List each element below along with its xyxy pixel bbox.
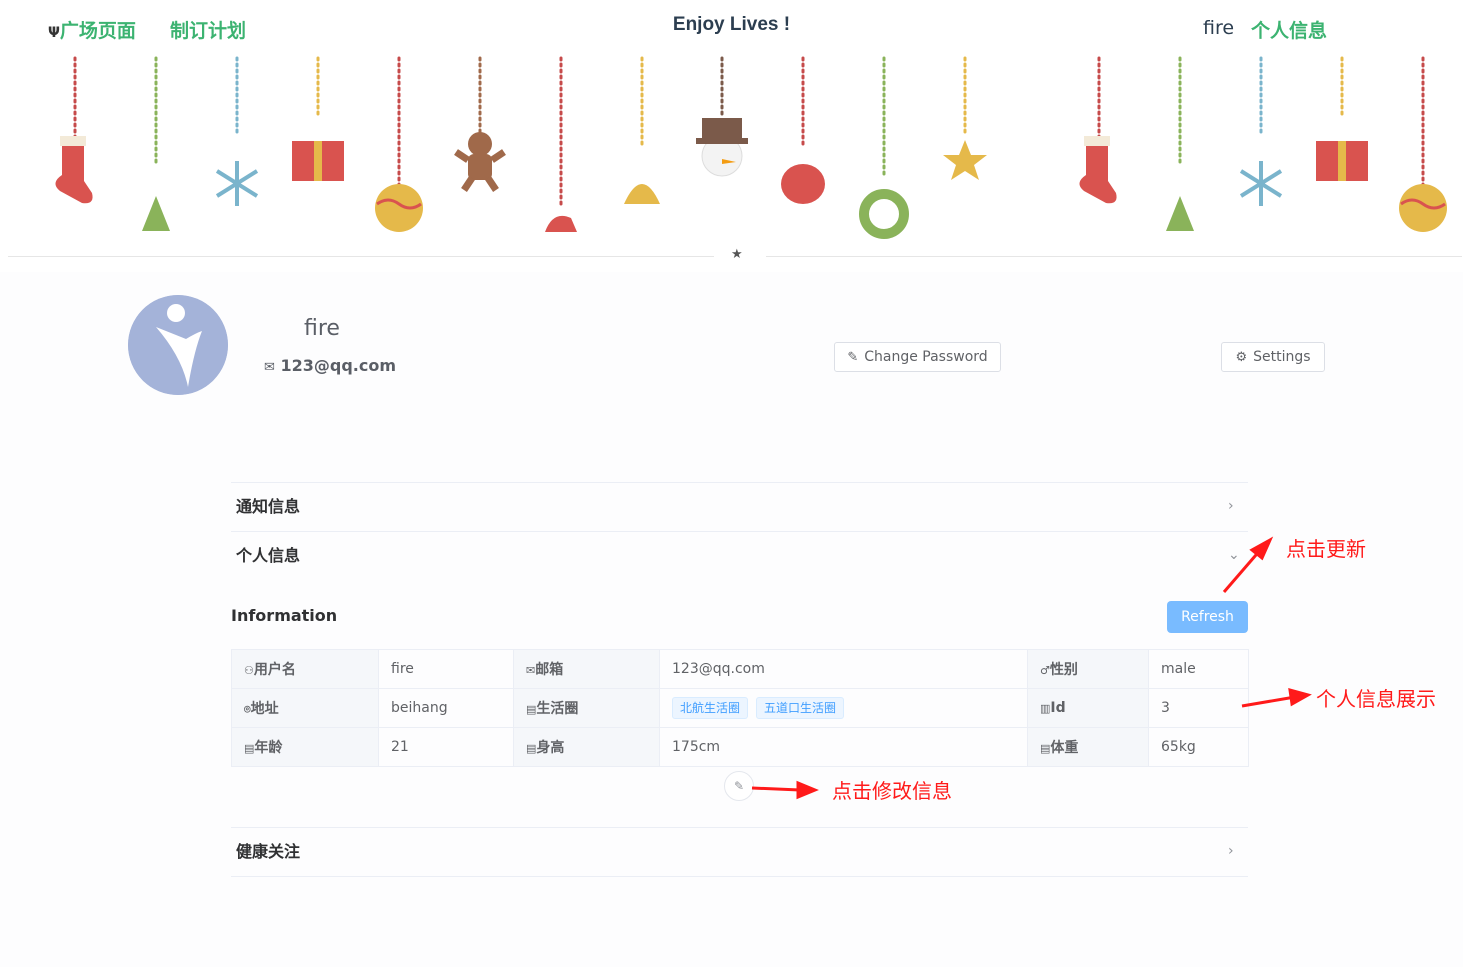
document-icon: ▤ xyxy=(244,742,255,755)
value-username: fire xyxy=(378,649,514,689)
label-address: ⌾地址 xyxy=(231,688,379,728)
information-title: Information xyxy=(231,606,338,625)
label-height: ▤身高 xyxy=(513,727,660,767)
collapse-border xyxy=(231,827,1248,828)
nav-profile[interactable]: 个人信息 xyxy=(1251,16,1327,43)
value-weight: 65kg xyxy=(1148,727,1249,767)
avatar xyxy=(128,295,228,395)
document-icon: ▤ xyxy=(526,742,537,755)
male-icon: ♂ xyxy=(1040,664,1050,677)
change-password-label: Change Password xyxy=(864,349,988,365)
label-username: ⚇用户名 xyxy=(231,649,379,689)
star-icon: ★ xyxy=(731,247,743,262)
value-address: beihang xyxy=(378,688,514,728)
divider-left xyxy=(8,256,714,257)
chevron-right-icon[interactable]: › xyxy=(1228,843,1234,859)
person-logo-icon xyxy=(128,295,228,395)
location-icon: ⌾ xyxy=(244,703,251,716)
document-icon: ▤ xyxy=(526,703,537,716)
table-row: ⚇用户名 fire ✉邮箱 123@qq.com ♂性别 male xyxy=(231,649,1249,689)
collapse-notice-title[interactable]: 通知信息 xyxy=(236,493,300,517)
annotation-display: 个人信息展示 xyxy=(1316,687,1436,711)
change-password-button[interactable]: ✎ Change Password xyxy=(834,342,1001,372)
label-age: ▤年龄 xyxy=(231,727,379,767)
page-title: Enjoy Lives ! xyxy=(672,14,791,35)
profile-email: ✉ 123@qq.com xyxy=(264,356,396,375)
edit-button[interactable]: ✎ xyxy=(724,771,754,801)
collapse-border xyxy=(231,876,1248,877)
chevron-right-icon[interactable]: › xyxy=(1228,498,1234,514)
profile-name: fire xyxy=(304,316,340,341)
annotation-edit: 点击修改信息 xyxy=(832,779,952,803)
tag-circle[interactable]: 五道口生活圈 xyxy=(756,697,845,719)
tag-circle[interactable]: 北航生活圈 xyxy=(672,697,749,719)
header-username[interactable]: fire xyxy=(1203,17,1234,39)
label-circle: ▤生活圈 xyxy=(513,688,660,728)
value-age: 21 xyxy=(378,727,514,767)
value-id: 3 xyxy=(1148,688,1249,728)
edit-icon: ✎ xyxy=(733,779,745,793)
annotation-refresh: 点击更新 xyxy=(1286,537,1366,561)
label-weight: ▤体重 xyxy=(1027,727,1149,767)
refresh-button[interactable]: Refresh xyxy=(1167,601,1248,633)
label-id: ▥Id xyxy=(1027,688,1149,728)
collapse-border xyxy=(231,531,1248,532)
settings-label: Settings xyxy=(1253,349,1311,365)
mail-icon: ✉ xyxy=(264,360,275,375)
collapse-border xyxy=(231,482,1248,483)
user-icon: ⚇ xyxy=(244,664,254,677)
divider-right xyxy=(766,256,1462,257)
label-email: ✉邮箱 xyxy=(513,649,660,689)
collapse-health-title[interactable]: 健康关注 xyxy=(236,838,300,862)
mail-icon: ✉ xyxy=(526,664,536,677)
value-email: 123@qq.com xyxy=(659,649,1028,689)
settings-button[interactable]: ⚙ Settings xyxy=(1221,342,1325,372)
value-gender: male xyxy=(1148,649,1249,689)
profile-email-text: 123@qq.com xyxy=(280,356,397,375)
building-icon: ▥ xyxy=(1040,702,1051,715)
document-icon: ▤ xyxy=(1040,742,1051,755)
value-height: 175cm xyxy=(659,727,1028,767)
pencil-icon: ✎ xyxy=(847,349,859,365)
table-row: ▤年龄 21 ▤身高 175cm ▤体重 65kg xyxy=(231,727,1249,767)
gear-icon: ⚙ xyxy=(1235,349,1248,365)
table-row: ⌾地址 beihang ▤生活圈 北航生活圈 五道口生活圈 ▥Id 3 xyxy=(231,688,1249,728)
value-circle: 北航生活圈 五道口生活圈 xyxy=(659,688,1028,728)
info-table: ⚇用户名 fire ✉邮箱 123@qq.com ♂性别 male ⌾地址 be… xyxy=(231,649,1249,767)
chevron-down-icon[interactable]: ⌄ xyxy=(1228,547,1240,563)
collapse-personal-title[interactable]: 个人信息 xyxy=(236,542,300,566)
label-gender: ♂性别 xyxy=(1027,649,1149,689)
